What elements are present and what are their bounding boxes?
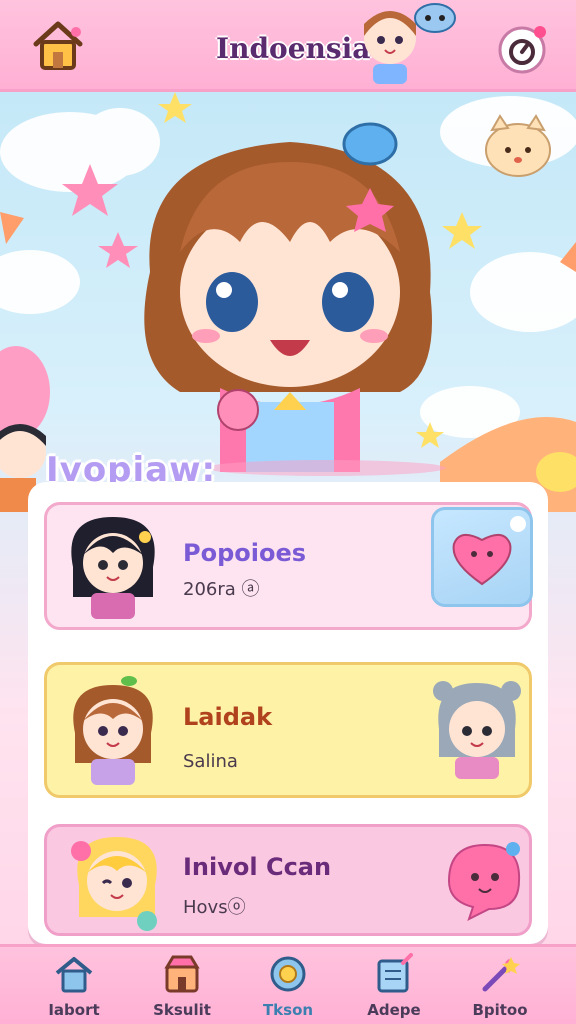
nav-label: Iabort <box>48 1001 100 1019</box>
map-icon <box>377 953 413 993</box>
app-header: Indoensia <box>0 0 576 92</box>
hero-illustration <box>0 92 576 512</box>
nav-item-active[interactable]: Tkson <box>238 953 338 1024</box>
heart-icon <box>452 516 526 586</box>
nav-item-map[interactable]: Adepe <box>344 953 444 1024</box>
blob-creature-icon <box>447 842 521 921</box>
card-title: Popoioes <box>183 539 307 567</box>
settings-icon <box>498 26 546 74</box>
home-icon <box>33 21 83 70</box>
card-title: Inivol Ccan <box>183 853 332 881</box>
nav-label: Bpitoo <box>472 1001 528 1019</box>
content-panel: Popoioes 206ra ⓐ Laidak Salina Inivol Cc… <box>28 482 548 944</box>
companion-avatar-icon <box>433 681 521 779</box>
nav-item-shop[interactable]: Sksulit <box>132 953 232 1024</box>
creature-icon <box>414 3 456 33</box>
nav-item-magic[interactable]: Bpitoo <box>450 953 550 1024</box>
card-subtitle: Salina <box>183 751 238 772</box>
avatar <box>71 517 155 619</box>
list-item[interactable]: Laidak Salina <box>44 662 532 798</box>
bottom-navigation: Iabort Sksulit Tkson Adepe Bpitoo <box>0 944 576 1024</box>
nav-label: Tkson <box>262 1001 314 1019</box>
nav-item-home[interactable]: Iabort <box>24 953 124 1024</box>
list-item[interactable]: Popoioes 206ra ⓐ <box>44 502 533 630</box>
shop-icon <box>164 955 200 993</box>
home-button[interactable] <box>28 16 88 76</box>
card-subtitle: Hovsⓞ <box>183 897 246 918</box>
app-title: Indoensia <box>216 32 371 65</box>
sun-icon <box>270 956 306 992</box>
card-subtitle: 206ra ⓐ <box>183 579 260 600</box>
avatar <box>71 837 157 931</box>
nav-label: Adepe <box>367 1001 421 1019</box>
nav-label: Sksulit <box>153 1001 211 1019</box>
settings-button[interactable] <box>496 24 548 76</box>
wand-icon <box>482 957 520 992</box>
app-screen: Ivopiaw: Indoensia Popoioes 206ra ⓐ Laid… <box>0 0 576 1024</box>
avatar <box>73 676 153 785</box>
list-item[interactable]: Inivol Ccan Hovsⓞ <box>44 824 532 936</box>
home-icon <box>55 957 93 993</box>
card-title: Laidak <box>183 703 273 731</box>
favorite-button[interactable] <box>431 507 533 607</box>
